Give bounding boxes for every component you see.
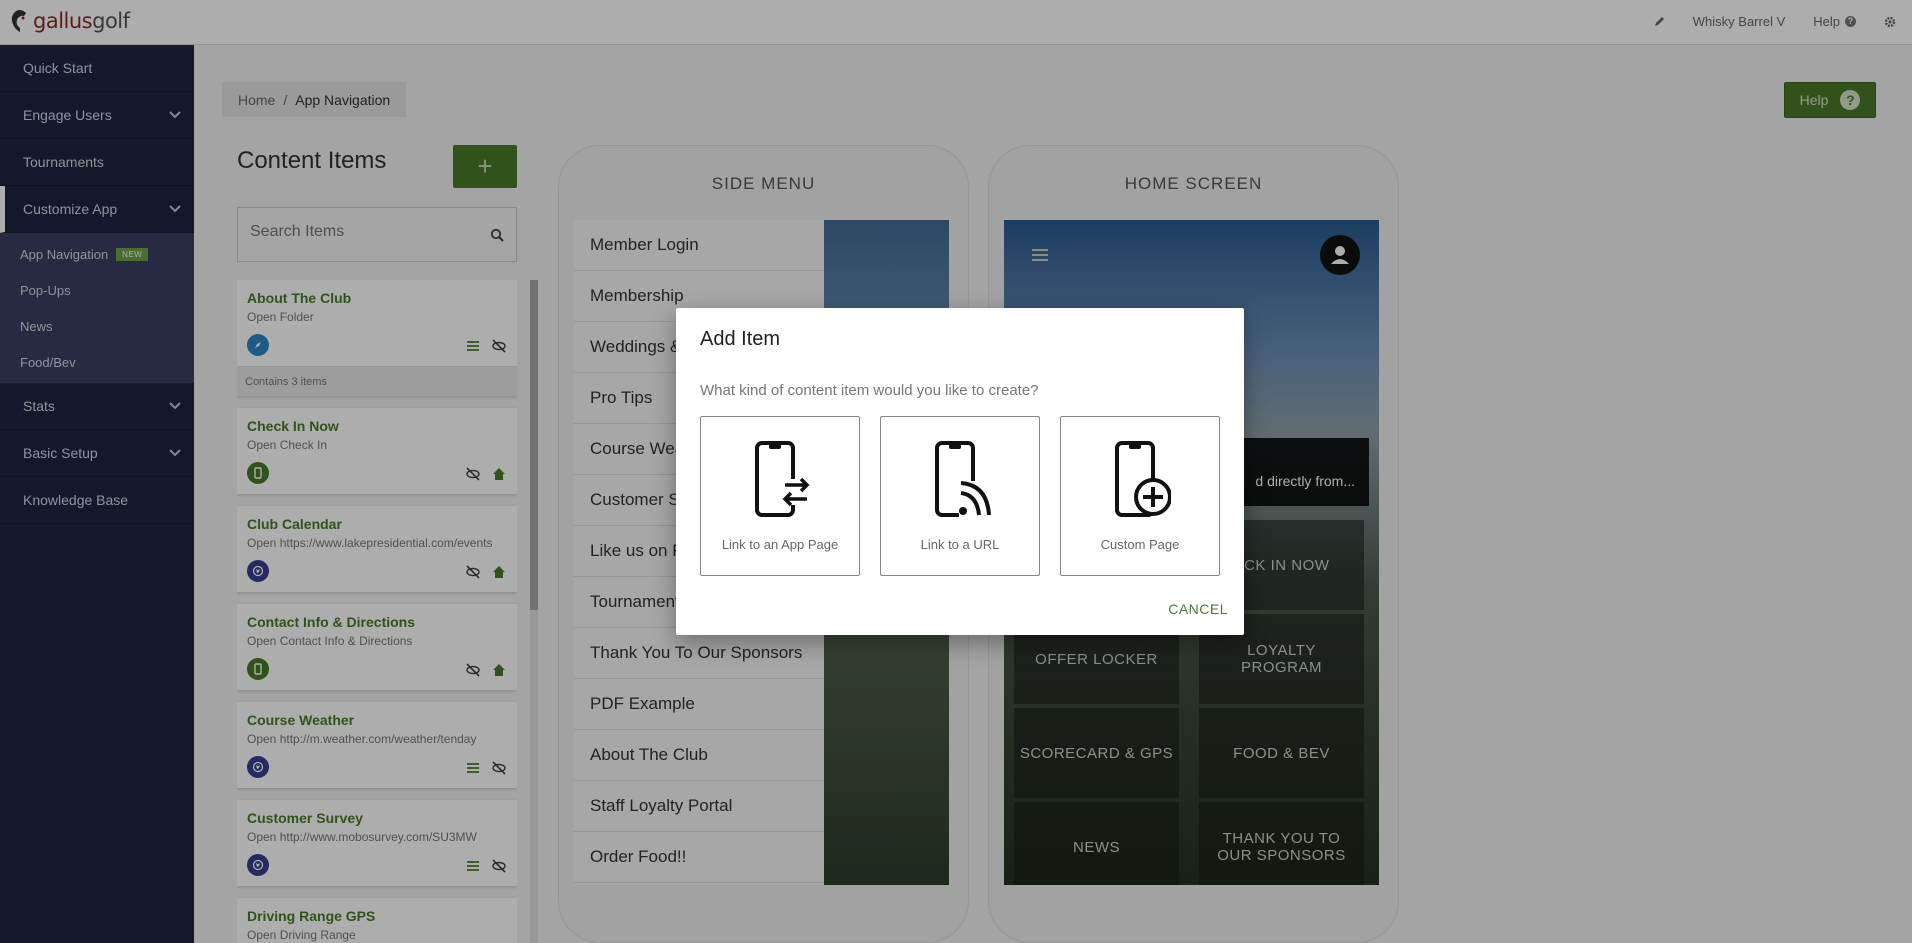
option-label: Link to an App Page — [721, 537, 839, 552]
dialog-title: Add Item — [700, 328, 781, 350]
option-link-app-page[interactable]: Link to an App Page — [700, 416, 860, 576]
option-label: Link to a URL — [920, 537, 1000, 552]
add-item-dialog: Add Item What kind of content item would… — [676, 308, 1244, 635]
phone-add-icon — [1115, 441, 1171, 517]
cancel-button[interactable]: CANCEL — [1168, 601, 1228, 617]
option-label: Custom Page — [1100, 537, 1180, 552]
option-custom-page[interactable]: Custom Page — [1060, 416, 1220, 576]
phone-cast-icon — [935, 441, 991, 517]
option-link-url[interactable]: Link to a URL — [880, 416, 1040, 576]
dialog-question: What kind of content item would you like… — [700, 382, 1039, 399]
phone-swap-icon — [755, 441, 810, 517]
